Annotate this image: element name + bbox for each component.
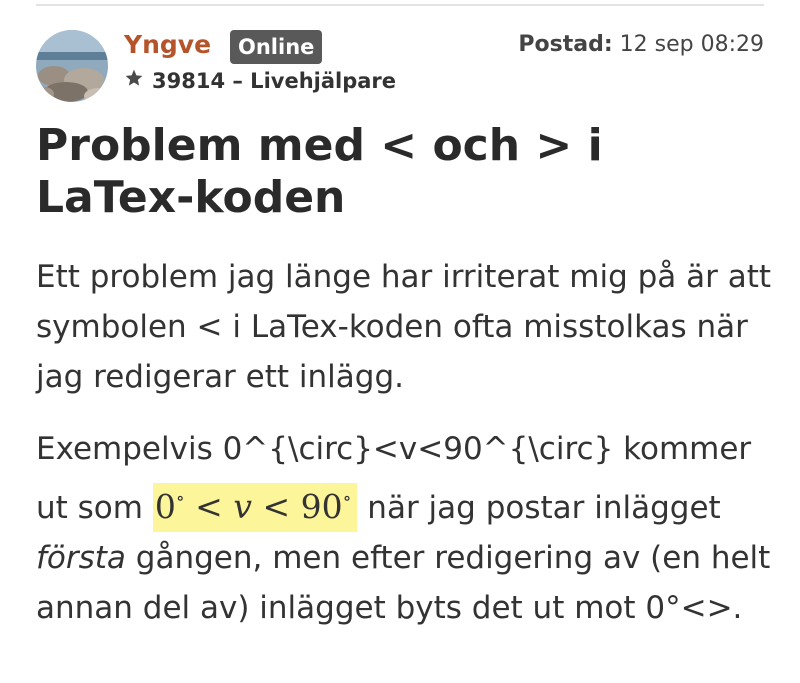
avatar[interactable] [36, 30, 108, 102]
author-name[interactable]: Yngve [124, 30, 211, 59]
star-icon [124, 68, 144, 93]
post-paragraph-2: Exempelvis 0^{\circ}<v<90^{\circ} kommer… [36, 424, 776, 633]
math-degree-1: ∘ [175, 488, 185, 509]
math-less-than-1: < [195, 487, 223, 526]
para2-mid: när jag postar inlägget [357, 490, 721, 526]
math-zero: 0 [154, 487, 176, 526]
post-paragraph-1: Ett problem jag länge har irriterat mig … [36, 259, 772, 395]
para2-end: gången, men efter redigering av (en helt… [36, 540, 771, 626]
top-divider [36, 4, 764, 6]
math-degree-2: ∘ [342, 488, 352, 509]
math-variable: v [233, 487, 252, 526]
posted-time: 12 sep 08:29 [619, 32, 764, 57]
post-title: Problem med < och > i LaTex-koden [36, 120, 603, 223]
emphasis-forsta: första [36, 540, 126, 576]
user-rank: 39814 – Livehjälpare [124, 68, 396, 93]
rank-text: 39814 – Livehjälpare [152, 68, 397, 93]
posted-label: Postad: [518, 32, 613, 57]
rendered-latex: 0∘ < v < 90∘ [152, 483, 358, 532]
math-less-than-2: < [262, 487, 291, 526]
math-ninety: 90 [300, 487, 343, 526]
post-timestamp: Postad: 12 sep 08:29 [518, 32, 764, 57]
online-status-badge: Online [230, 30, 323, 64]
